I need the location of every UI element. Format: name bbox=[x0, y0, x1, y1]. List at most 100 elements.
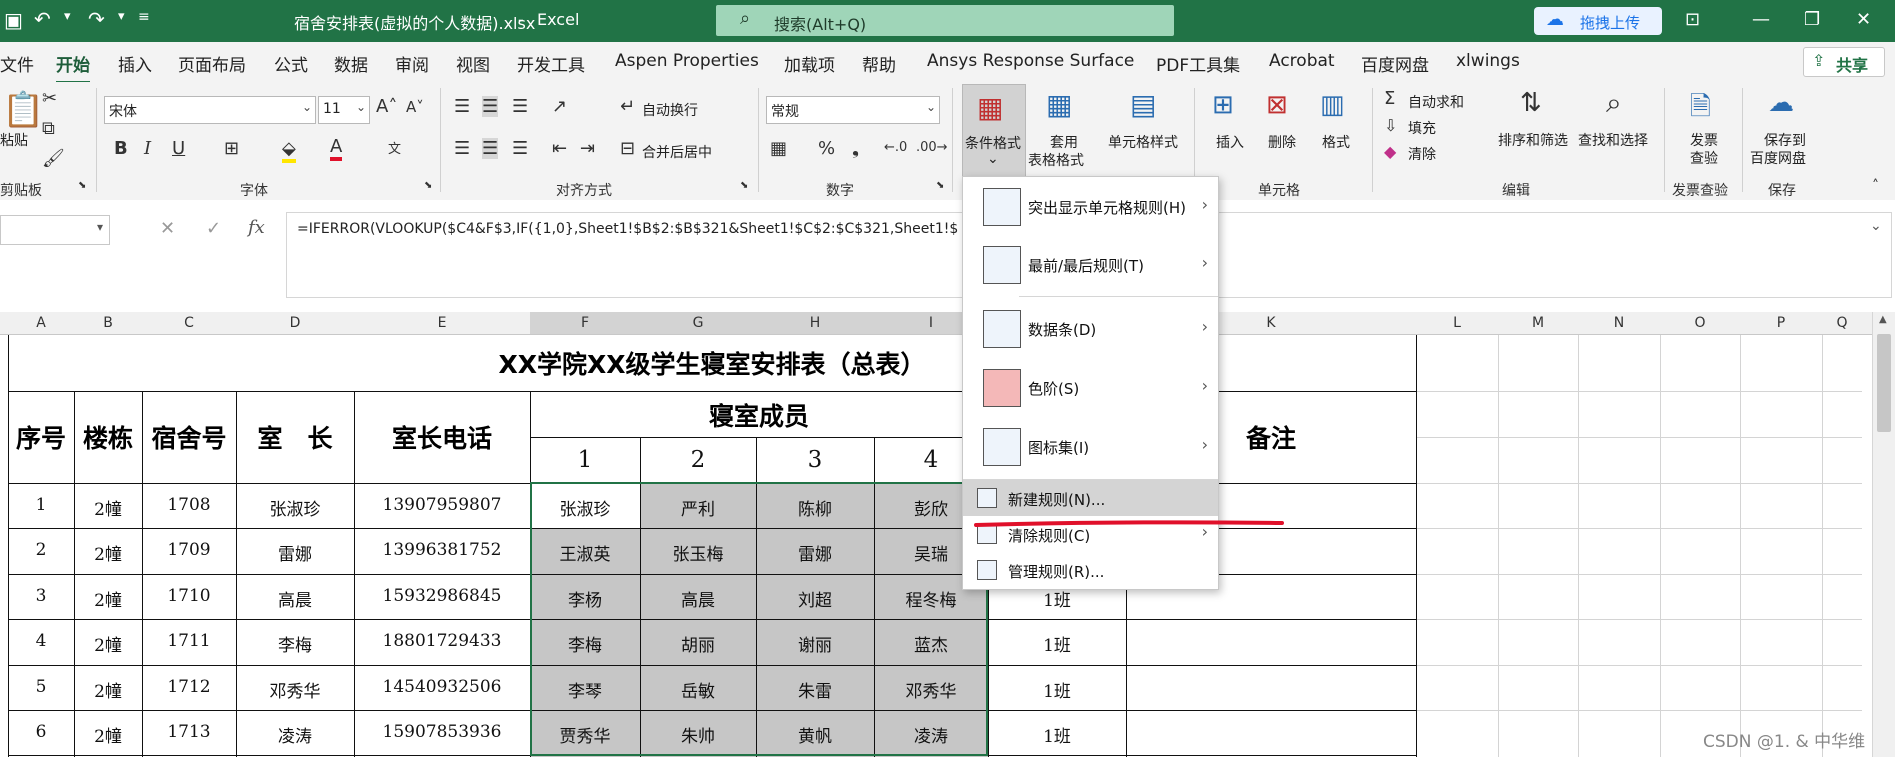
cancel-icon[interactable]: ✕ bbox=[160, 218, 175, 239]
underline-button[interactable]: U bbox=[172, 138, 185, 159]
fill-icon[interactable]: ⇩ bbox=[1384, 116, 1397, 135]
comma-icon[interactable]: ❟ bbox=[852, 138, 859, 159]
merge-icon[interactable]: ⊟ bbox=[620, 138, 635, 159]
cell-phone[interactable]: 13907959807 bbox=[354, 495, 530, 515]
decrease-font-icon[interactable]: A˅ bbox=[406, 98, 424, 116]
expand-formula-icon[interactable]: ⌄ bbox=[1870, 218, 1882, 234]
cell-style-icon[interactable]: ▤ bbox=[1130, 88, 1156, 121]
menu-item-highlight-rules[interactable]: 突出显示单元格规则(H) › bbox=[963, 177, 1218, 235]
tab-addins[interactable]: 加载项 bbox=[784, 51, 835, 76]
decrease-decimal-icon[interactable]: .00→ bbox=[916, 140, 948, 155]
tab-file[interactable]: 文件 bbox=[0, 51, 34, 76]
menu-item-manage-rules[interactable]: 管理规则(R)... bbox=[963, 552, 1218, 588]
cell-room[interactable]: 1710 bbox=[142, 586, 236, 606]
percent-button[interactable]: % bbox=[818, 138, 835, 159]
tab-page-layout[interactable]: 页面布局 bbox=[178, 51, 246, 76]
cell-member-3[interactable]: 黄帆 bbox=[756, 722, 874, 747]
cell-building[interactable]: 2幢 bbox=[74, 586, 142, 611]
cell-seq[interactable]: 6 bbox=[8, 722, 74, 742]
delete-cells-button[interactable]: 删除 bbox=[1268, 132, 1296, 152]
collapse-ribbon-icon[interactable]: ˄ bbox=[1872, 178, 1879, 194]
undo-dropdown-icon[interactable]: ▾ bbox=[64, 9, 71, 24]
cell-member-2[interactable]: 朱帅 bbox=[640, 722, 756, 747]
cell-member-3[interactable]: 谢丽 bbox=[756, 631, 874, 656]
fill-color-icon[interactable]: ⬙ bbox=[282, 138, 296, 163]
cell-phone[interactable]: 14540932506 bbox=[354, 677, 530, 697]
save-baidu-label-2[interactable]: 百度网盘 bbox=[1750, 148, 1806, 168]
cell-leader[interactable]: 高晨 bbox=[236, 586, 354, 611]
tab-developer[interactable]: 开发工具 bbox=[517, 51, 585, 76]
invoice-label-2[interactable]: 查验 bbox=[1690, 148, 1718, 168]
tab-baidu[interactable]: 百度网盘 bbox=[1361, 51, 1429, 76]
tab-insert[interactable]: 插入 bbox=[118, 51, 152, 76]
align-left-icon[interactable]: ☰ bbox=[454, 138, 470, 159]
cell-member-3[interactable]: 雷娜 bbox=[756, 540, 874, 565]
decrease-indent-icon[interactable]: ⇤ bbox=[552, 138, 567, 159]
cell-member-3[interactable]: 刘超 bbox=[756, 586, 874, 611]
cell-member-1[interactable]: 王淑英 bbox=[530, 540, 640, 565]
clear-icon[interactable]: ◆ bbox=[1384, 142, 1396, 161]
increase-font-icon[interactable]: A˄ bbox=[376, 96, 397, 117]
cell-building[interactable]: 2幢 bbox=[74, 722, 142, 747]
wrap-text-icon[interactable]: ↵ bbox=[620, 96, 635, 117]
autosum-button[interactable]: 自动求和 bbox=[1408, 92, 1464, 112]
col-header-m[interactable]: M bbox=[1498, 315, 1578, 331]
cell-seq[interactable]: 4 bbox=[8, 631, 74, 651]
cell-room[interactable]: 1713 bbox=[142, 722, 236, 742]
paste-icon[interactable]: 📋 bbox=[2, 90, 44, 130]
minimize-icon[interactable]: — bbox=[1752, 9, 1770, 30]
search-box[interactable]: ⌕ 搜索(Alt+Q) bbox=[716, 5, 1174, 36]
format-cells-button[interactable]: 格式 bbox=[1322, 132, 1350, 152]
cell-seq[interactable]: 1 bbox=[8, 495, 74, 515]
clipboard-launcher-icon[interactable]: ⬊ bbox=[78, 180, 86, 191]
italic-button[interactable]: I bbox=[144, 138, 151, 159]
cell-leader[interactable]: 雷娜 bbox=[236, 540, 354, 565]
cell-member-1[interactable]: 张淑珍 bbox=[530, 495, 640, 520]
cell-member-2[interactable]: 岳敏 bbox=[640, 677, 756, 702]
cell-member-1[interactable]: 贾秀华 bbox=[530, 722, 640, 747]
scroll-up-icon[interactable]: ▲ bbox=[1879, 314, 1887, 325]
menu-item-data-bars[interactable]: 数据条(D) › bbox=[963, 299, 1218, 357]
cell-member-1[interactable]: 李梅 bbox=[530, 631, 640, 656]
align-top-icon[interactable]: ☰ bbox=[454, 96, 470, 117]
cell-phone[interactable]: 15932986845 bbox=[354, 586, 530, 606]
menu-item-color-scales[interactable]: 色阶(S) › bbox=[963, 358, 1218, 416]
tab-view[interactable]: 视图 bbox=[456, 51, 490, 76]
insert-function-button[interactable]: fx bbox=[248, 217, 265, 238]
cell-room[interactable]: 1708 bbox=[142, 495, 236, 515]
cell-member-2[interactable]: 严利 bbox=[640, 495, 756, 520]
insert-cells-icon[interactable]: ⊞ bbox=[1212, 90, 1234, 120]
cell-building[interactable]: 2幢 bbox=[74, 540, 142, 565]
sort-filter-button[interactable]: 排序和筛选 bbox=[1498, 130, 1568, 150]
col-header-p[interactable]: P bbox=[1740, 315, 1822, 331]
cell-room[interactable]: 1712 bbox=[142, 677, 236, 697]
cell-member-2[interactable]: 高晨 bbox=[640, 586, 756, 611]
cell-room[interactable]: 1711 bbox=[142, 631, 236, 651]
number-launcher-icon[interactable]: ⬊ bbox=[936, 180, 944, 191]
tab-review[interactable]: 审阅 bbox=[395, 51, 429, 76]
font-launcher-icon[interactable]: ⬊ bbox=[424, 180, 432, 191]
save-icon[interactable]: ▣ bbox=[4, 8, 23, 32]
col-header-d[interactable]: D bbox=[236, 315, 354, 331]
col-header-g[interactable]: G bbox=[640, 315, 756, 331]
font-color-button[interactable]: A bbox=[330, 136, 343, 161]
menu-item-icon-sets[interactable]: 图标集(I) › bbox=[963, 417, 1218, 475]
border-icon[interactable]: ⊞ bbox=[224, 138, 239, 159]
menu-item-new-rule[interactable]: 新建规则(N)... bbox=[963, 480, 1218, 516]
col-header-l[interactable]: L bbox=[1416, 315, 1498, 331]
cell-room[interactable]: 1709 bbox=[142, 540, 236, 560]
quick-access-customize-icon[interactable]: ≡ bbox=[138, 9, 150, 25]
cell-style-button[interactable]: 单元格样式 bbox=[1108, 132, 1178, 152]
cell-member-3[interactable]: 陈柳 bbox=[756, 495, 874, 520]
number-format-select[interactable]: 常规 ⌄ bbox=[766, 96, 940, 124]
cell-leader[interactable]: 张淑珍 bbox=[236, 495, 354, 520]
cell-seq[interactable]: 2 bbox=[8, 540, 74, 560]
tab-ansys[interactable]: Ansys Response Surface bbox=[927, 51, 1134, 71]
cell-seq[interactable]: 3 bbox=[8, 586, 74, 606]
merge-center-button[interactable]: 合并后居中 bbox=[642, 142, 712, 162]
cell-class[interactable]: 1班 bbox=[988, 631, 1126, 656]
share-button[interactable]: ⇪ 共享 bbox=[1803, 47, 1885, 77]
insert-cells-button[interactable]: 插入 bbox=[1216, 132, 1244, 152]
col-header-q[interactable]: Q bbox=[1822, 315, 1862, 331]
cell-phone[interactable]: 18801729433 bbox=[354, 631, 530, 651]
